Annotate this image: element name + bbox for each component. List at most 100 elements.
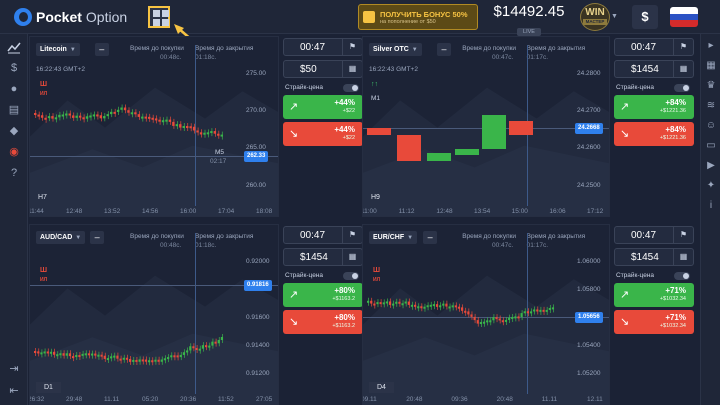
- strike-price-toggle[interactable]: [674, 272, 690, 280]
- exit-icon[interactable]: ⇤: [7, 384, 21, 398]
- sell-down-button[interactable]: ↘ +44% +$22: [283, 122, 363, 146]
- payout-up-percent: +84%: [665, 98, 686, 107]
- payout-up-percent: +71%: [665, 286, 686, 295]
- trade-panel: 00:47 ⚑ $1454 ▦ Страйк-цена ↗ +80% +$1163.2 ↘ +80…: [283, 226, 363, 336]
- buy-up-button[interactable]: ↗ +44% +$22: [283, 95, 363, 119]
- deposit-button[interactable]: $: [632, 5, 658, 29]
- time-value: 00:47: [300, 230, 326, 241]
- flag-icon[interactable]: ⚑: [673, 227, 693, 243]
- diamond-icon[interactable]: ◆: [7, 124, 21, 138]
- users-icon[interactable]: ●: [7, 82, 21, 96]
- payout-down-percent: +71%: [665, 313, 686, 322]
- calculator-icon[interactable]: ▦: [342, 61, 362, 77]
- strike-price-toggle[interactable]: [343, 272, 359, 280]
- time-to-close-label: Время до закрытия: [195, 233, 254, 240]
- x-axis-label: 15:00: [511, 208, 528, 215]
- x-axis-label: 11:00: [362, 208, 377, 215]
- x-axis-label: 09.11: [362, 396, 377, 403]
- time-to-purchase-label: Время до покупки: [130, 45, 184, 52]
- strike-price-toggle[interactable]: [674, 84, 690, 92]
- x-axis-label: 05:20: [142, 396, 159, 403]
- x-axis-label: 20:48: [496, 396, 513, 403]
- eye-icon[interactable]: ◉: [7, 145, 21, 159]
- asset-selector[interactable]: Litecoin ▼: [36, 43, 80, 56]
- y-axis-label: 270.00: [246, 106, 266, 114]
- y-axis-label: 24.2700: [577, 106, 601, 114]
- payout-down-percent: +44%: [334, 125, 355, 134]
- sell-down-button[interactable]: ↘ +84% +$1221.36: [614, 122, 694, 146]
- payout-down-percent: +84%: [665, 125, 686, 134]
- x-axis-label: 12.11: [587, 396, 603, 403]
- win-badge[interactable]: WIN МАСТЕР: [580, 3, 610, 31]
- dollar-icon[interactable]: $: [7, 61, 21, 75]
- time-to-purchase-value: 00:47с.: [491, 242, 514, 249]
- balance[interactable]: $14492.45 LIVE: [490, 3, 568, 38]
- language-flag-icon[interactable]: [670, 7, 698, 27]
- amount-input[interactable]: $1454 ▦: [614, 248, 694, 266]
- calculator-icon[interactable]: ▦: [342, 249, 362, 265]
- amount-input[interactable]: $50 ▦: [283, 60, 363, 78]
- bonus-text: ПОЛУЧИТЬ БОНУС 50% на пополнение от $50: [380, 10, 468, 25]
- signal-icon[interactable]: ≋: [705, 100, 717, 112]
- minimize-button[interactable]: –: [90, 231, 105, 244]
- buy-up-button[interactable]: ↗ +84% +$1221.36: [614, 95, 694, 119]
- minimize-button[interactable]: –: [423, 231, 438, 244]
- chart-line-icon[interactable]: [7, 40, 21, 54]
- time-input[interactable]: 00:47 ⚑: [614, 226, 694, 244]
- logo[interactable]: Pocket Option: [14, 8, 127, 26]
- chevron-right-icon[interactable]: ▸: [705, 40, 717, 52]
- sell-down-button[interactable]: ↘ +71% +$1032.34: [614, 310, 694, 334]
- chevron-down-icon[interactable]: ▼: [611, 13, 618, 20]
- bonus-button[interactable]: ПОЛУЧИТЬ БОНУС 50% на пополнение от $50: [358, 4, 478, 30]
- current-price-badge: 262.33: [244, 151, 269, 163]
- settings-icon[interactable]: ✦: [705, 180, 717, 192]
- minimize-button[interactable]: –: [437, 43, 451, 56]
- arrow-down-icon: ↘: [620, 128, 630, 140]
- video-icon[interactable]: ▶: [705, 160, 717, 172]
- layout-grid-button[interactable]: [148, 6, 170, 28]
- users-icon[interactable]: ☺: [705, 120, 717, 132]
- arrow-down-icon: ↘: [620, 316, 630, 328]
- strike-price-toggle[interactable]: [343, 84, 359, 92]
- y-axis-label: 275.00: [246, 69, 266, 77]
- buy-up-button[interactable]: ↗ +71% +$1032.34: [614, 283, 694, 307]
- sell-down-button[interactable]: ↘ +80% +$1163.2: [283, 310, 363, 334]
- flag-icon[interactable]: ⚑: [342, 227, 362, 243]
- cart-icon[interactable]: ▤: [7, 103, 21, 117]
- asset-selector[interactable]: EUR/CHF ▼: [369, 231, 418, 244]
- chart-panel[interactable]: EUR/CHF ▼ – Время до покупки Время до закрыт…: [362, 224, 610, 405]
- amount-value: $50: [300, 64, 317, 75]
- logout-icon[interactable]: ⇥: [7, 362, 21, 376]
- x-axis-label: 12:48: [436, 208, 453, 215]
- y-axis-label: 0.91600: [246, 313, 270, 321]
- x-axis-label: 29:48: [66, 396, 83, 403]
- calculator-icon[interactable]: ▦: [673, 249, 693, 265]
- time-to-close-label: Время до закрытия: [526, 233, 586, 240]
- chart-panel[interactable]: Litecoin ▼ – Время до покупки Время до закры…: [29, 36, 279, 217]
- question-icon[interactable]: ?: [7, 166, 21, 180]
- timestamp: 16:22:43 GMT+2: [369, 66, 418, 73]
- current-price-badge: 1.05656: [575, 312, 603, 324]
- grid-cell-icon: [162, 10, 169, 17]
- calculator-icon[interactable]: ▦: [673, 61, 693, 77]
- chat-icon[interactable]: ▭: [705, 140, 717, 152]
- x-axis-label: 17:04: [218, 208, 235, 215]
- chart-icon[interactable]: ▦: [705, 60, 717, 72]
- minimize-button[interactable]: –: [94, 43, 109, 56]
- flag-icon[interactable]: ⚑: [673, 39, 693, 55]
- time-input[interactable]: 00:47 ⚑: [614, 38, 694, 56]
- time-input[interactable]: 00:47 ⚑: [283, 38, 363, 56]
- amount-input[interactable]: $1454 ▦: [283, 248, 363, 266]
- amount-input[interactable]: $1454 ▦: [614, 60, 694, 78]
- asset-selector[interactable]: Silver OTC ▼: [369, 43, 422, 56]
- info-icon[interactable]: i: [705, 200, 717, 212]
- chart-panel[interactable]: Silver OTC ▼ – Время до покупки Время до зак…: [362, 36, 610, 217]
- time-value: 00:47: [631, 42, 657, 53]
- time-input[interactable]: 00:47 ⚑: [283, 226, 363, 244]
- buy-up-button[interactable]: ↗ +80% +$1163.2: [283, 283, 363, 307]
- trophy-icon[interactable]: ♛: [705, 80, 717, 92]
- asset-selector[interactable]: AUD/CAD ▼: [36, 231, 86, 244]
- payout-up-amount: +$1163.2: [332, 296, 355, 302]
- flag-icon[interactable]: ⚑: [342, 39, 362, 55]
- chart-panel[interactable]: AUD/CAD ▼ – Время до покупки Время до закрыт…: [29, 224, 279, 405]
